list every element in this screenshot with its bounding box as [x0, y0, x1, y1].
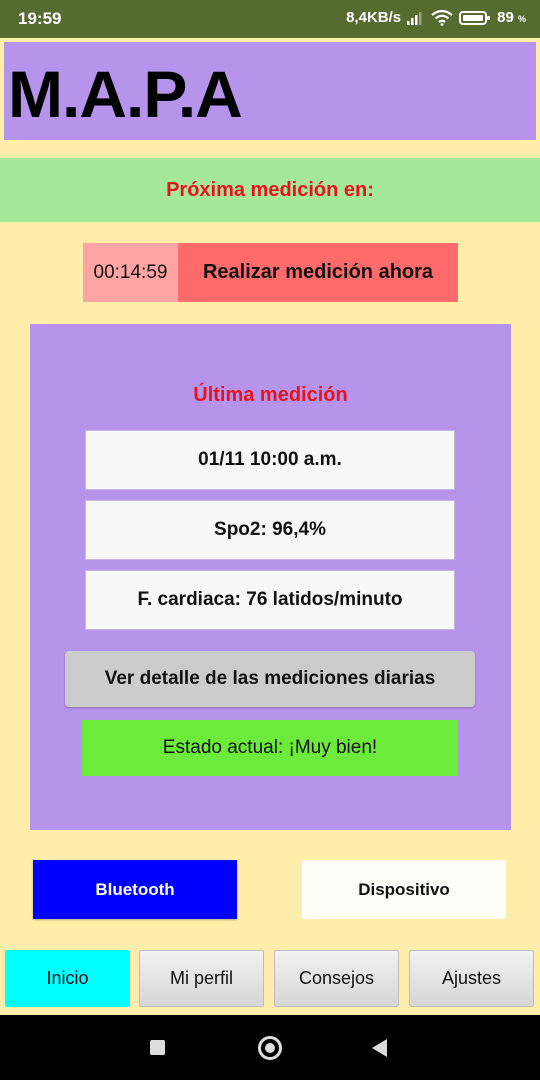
system-nav-bar — [0, 1015, 540, 1080]
nav-tab-consejos[interactable]: Consejos — [274, 950, 399, 1007]
measurement-datetime: 01/11 10:00 a.m. — [85, 430, 455, 490]
spo2-value: Spo2: 96,4% — [85, 500, 455, 560]
nav-tab-mi-perfil[interactable]: Mi perfil — [139, 950, 264, 1007]
next-measurement-banner: Próxima medición en: — [0, 158, 540, 222]
back-icon[interactable] — [372, 1039, 387, 1057]
status-bar: 19:59 8,4KB/s 89 % — [0, 0, 540, 38]
daily-details-button[interactable]: Ver detalle de las mediciones diarias — [65, 651, 475, 707]
battery-percent: 89 % — [497, 9, 526, 26]
battery-percent-value: 89 — [497, 9, 514, 26]
battery-unit: % — [517, 14, 526, 24]
signal-icon — [407, 11, 425, 25]
recents-icon[interactable] — [150, 1040, 165, 1055]
measure-now-button[interactable]: Realizar medición ahora — [178, 243, 458, 302]
network-speed: 8,4KB/s — [346, 9, 402, 26]
bluetooth-button[interactable]: Bluetooth — [33, 860, 237, 919]
last-measurement-title: Última medición — [193, 384, 348, 406]
next-measurement-label: Próxima medición en: — [166, 178, 374, 201]
app-title: M.A.P.A — [8, 57, 243, 131]
timer-row: 00:14:59 Realizar medición ahora — [83, 243, 458, 302]
countdown-timer: 00:14:59 — [83, 243, 178, 302]
nav-tab-ajustes[interactable]: Ajustes — [409, 950, 534, 1007]
status-indicators: 8,4KB/s 89 % — [346, 9, 526, 26]
nav-tab-inicio[interactable]: Inicio — [5, 950, 130, 1007]
status-time: 19:59 — [18, 9, 62, 28]
app-header: M.A.P.A — [2, 40, 538, 142]
bottom-nav: Inicio Mi perfil Consejos Ajustes — [0, 948, 540, 1010]
battery-icon — [459, 10, 491, 26]
current-status-badge: Estado actual: ¡Muy bien! — [82, 720, 458, 776]
wifi-icon — [431, 9, 453, 26]
last-measurement-panel: Última medición 01/11 10:00 a.m. Spo2: 9… — [30, 324, 511, 830]
device-button[interactable]: Dispositivo — [302, 860, 506, 919]
home-icon[interactable] — [258, 1036, 282, 1060]
heart-rate-value: F. cardiaca: 76 latidos/minuto — [85, 570, 455, 630]
